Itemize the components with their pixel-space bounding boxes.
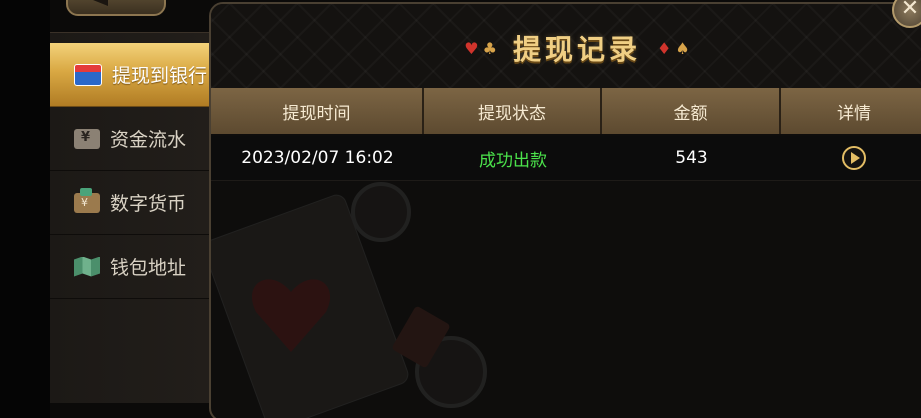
sidebar-item-wallet-address[interactable]: 钱包地址 bbox=[50, 235, 212, 299]
map-icon bbox=[74, 256, 100, 277]
back-arrow-icon bbox=[88, 0, 108, 6]
sidebar-item-fund-flow[interactable]: 资金流水 bbox=[50, 107, 212, 171]
poker-decoration bbox=[211, 182, 487, 418]
diamond-suit-icon: ♦ bbox=[657, 38, 672, 58]
left-edge bbox=[0, 0, 50, 418]
sidebar-item-withdraw-bank[interactable]: 提现到银行 bbox=[50, 43, 212, 107]
close-icon: ✕ bbox=[900, 0, 920, 21]
back-button[interactable] bbox=[66, 0, 166, 16]
sidebar-item-digital-currency[interactable]: 数字货币 bbox=[50, 171, 212, 235]
spade-suit-icon: ♠ bbox=[675, 38, 690, 58]
sidebar-item-label: 资金流水 bbox=[110, 129, 187, 151]
column-header-amount: 金额 bbox=[602, 88, 781, 134]
cell-detail bbox=[781, 136, 921, 180]
column-header-detail: 详情 bbox=[837, 103, 871, 124]
table-row: 2023/02/07 16:02 成功出款 543 bbox=[211, 136, 921, 181]
wallet-icon bbox=[74, 187, 100, 213]
table-header: 提现时间 提现状态 金额 详情 bbox=[211, 88, 921, 134]
club-suit-icon: ♣ bbox=[482, 38, 497, 58]
withdraw-records-panel: ♥ ♣ 提现记录 ♦ ♠ 提现时间 提现状态 金额 详情 2023/02/07 … bbox=[209, 2, 921, 418]
sidebar-item-label: 提现到银行 bbox=[112, 65, 208, 87]
chevron-right-circle-icon[interactable] bbox=[842, 146, 866, 170]
column-header-status: 提现状态 bbox=[424, 88, 602, 134]
sidebar-item-label: 钱包地址 bbox=[110, 257, 187, 279]
column-header-time: 提现时间 bbox=[211, 88, 424, 134]
ledger-icon bbox=[74, 128, 100, 149]
page-title: 提现记录 bbox=[512, 33, 641, 66]
sidebar: 提现到银行 资金流水 数字货币 钱包地址 bbox=[50, 32, 212, 403]
heart-suit-icon: ♥ bbox=[464, 38, 479, 58]
screen: 提现到银行 资金流水 数字货币 钱包地址 ♥ ♣ 提现记录 ♦ bbox=[0, 0, 921, 418]
cell-time: 2023/02/07 16:02 bbox=[241, 148, 394, 168]
cell-amount: 543 bbox=[675, 148, 708, 168]
bank-card-icon bbox=[74, 63, 102, 86]
panel-title-wrap: ♥ ♣ 提现记录 ♦ ♠ bbox=[447, 28, 707, 68]
cell-status: 成功出款 bbox=[479, 150, 547, 171]
sidebar-item-label: 数字货币 bbox=[110, 193, 187, 215]
